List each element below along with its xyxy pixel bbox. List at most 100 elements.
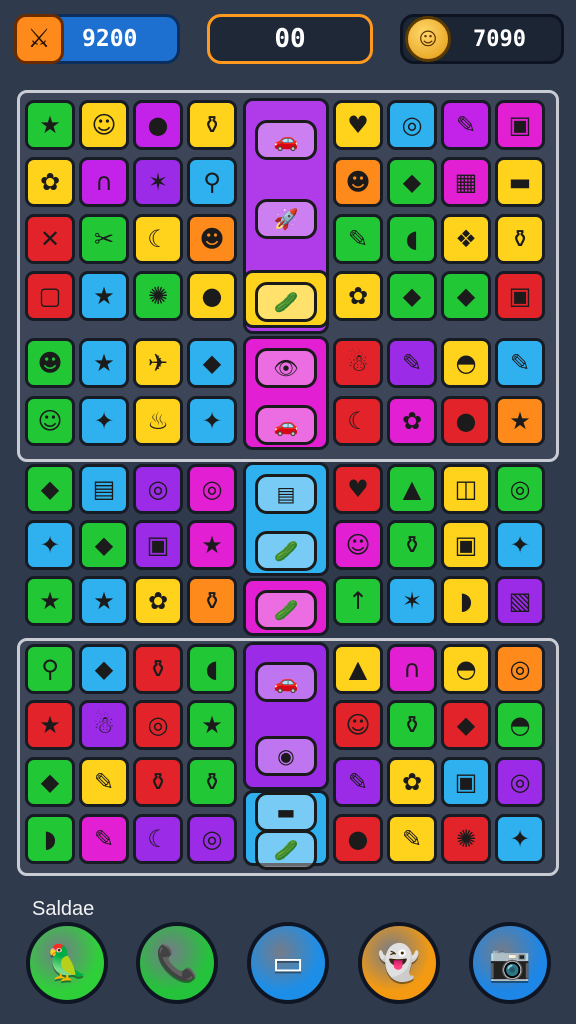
game-tile[interactable]: ●	[333, 814, 383, 864]
game-tile[interactable]: ☃	[333, 338, 383, 388]
game-tile[interactable]: ◎	[187, 814, 237, 864]
game-tile[interactable]: ◖	[387, 214, 437, 264]
game-tile[interactable]: ∩	[79, 157, 129, 207]
game-tile[interactable]: ✿	[133, 576, 183, 626]
game-tile[interactable]: ✎	[495, 338, 545, 388]
ghost-button[interactable]: 👻	[358, 922, 440, 1004]
game-tile[interactable]: ✎	[441, 100, 491, 150]
game-tile[interactable]: ⚱	[387, 700, 437, 750]
game-tile[interactable]: ◆	[441, 700, 491, 750]
game-tile[interactable]: ⚱	[187, 757, 237, 807]
game-tile[interactable]: ★	[79, 271, 129, 321]
game-tile[interactable]: ✦	[79, 396, 129, 446]
game-tile[interactable]: ★	[79, 338, 129, 388]
game-tile[interactable]: ★	[187, 520, 237, 570]
game-tile[interactable]: ▲	[387, 464, 437, 514]
long-game-piece[interactable]: 🥒	[243, 578, 329, 636]
game-tile[interactable]: ✦	[495, 814, 545, 864]
game-tile[interactable]: ◎	[133, 464, 183, 514]
game-tile[interactable]: ▦	[441, 157, 491, 207]
game-tile[interactable]: ⚲	[187, 157, 237, 207]
game-tile[interactable]: ✎	[333, 214, 383, 264]
game-tile[interactable]: ▣	[495, 100, 545, 150]
game-tile[interactable]: ▣	[495, 271, 545, 321]
game-tile[interactable]: ◆	[79, 644, 129, 694]
game-tile[interactable]: ☾	[333, 396, 383, 446]
game-tile[interactable]: ☾	[133, 214, 183, 264]
game-tile[interactable]: ⚱	[387, 520, 437, 570]
game-tile[interactable]: ✿	[387, 396, 437, 446]
game-tile[interactable]: ⚱	[187, 100, 237, 150]
game-tile[interactable]: ▬	[495, 157, 545, 207]
game-tile[interactable]: ◆	[25, 757, 75, 807]
game-tile[interactable]: ♥	[333, 100, 383, 150]
game-tile[interactable]: ◎	[495, 757, 545, 807]
game-tile[interactable]: ◓	[441, 644, 491, 694]
game-tile[interactable]: ⚲	[25, 644, 75, 694]
game-tile[interactable]: ☺	[25, 396, 75, 446]
sword-icon[interactable]: ⚔	[14, 14, 64, 64]
game-tile[interactable]: ☻	[25, 338, 75, 388]
game-tile[interactable]: ✈	[133, 338, 183, 388]
game-tile[interactable]: ★	[25, 700, 75, 750]
game-tile[interactable]: ☺	[79, 100, 129, 150]
game-tile[interactable]: ✦	[187, 396, 237, 446]
game-tile[interactable]: ☺	[333, 700, 383, 750]
game-tile[interactable]: ✕	[25, 214, 75, 264]
game-tile[interactable]: ♥	[333, 464, 383, 514]
game-tile[interactable]: ✺	[133, 271, 183, 321]
game-tile[interactable]: ★	[25, 100, 75, 150]
game-tile[interactable]: ✿	[333, 271, 383, 321]
game-tile[interactable]: ✎	[79, 757, 129, 807]
game-tile[interactable]: ▢	[25, 271, 75, 321]
game-tile[interactable]: ◎	[495, 644, 545, 694]
game-tile[interactable]: ✎	[79, 814, 129, 864]
camera-button[interactable]: 📷	[469, 922, 551, 1004]
game-tile[interactable]: ◆	[187, 338, 237, 388]
game-tile[interactable]: ✿	[387, 757, 437, 807]
game-tile[interactable]: ☻	[187, 214, 237, 264]
game-tile[interactable]: ◎	[495, 464, 545, 514]
box-button[interactable]: ▭	[247, 922, 329, 1004]
game-tile[interactable]: ◆	[25, 464, 75, 514]
game-tile[interactable]: ☻	[333, 157, 383, 207]
game-tile[interactable]: ✎	[333, 757, 383, 807]
game-tile[interactable]: ✂	[79, 214, 129, 264]
game-tile[interactable]: ◆	[387, 271, 437, 321]
game-tile[interactable]: ◎	[387, 100, 437, 150]
game-tile[interactable]: ✎	[387, 338, 437, 388]
game-tile[interactable]: ●	[441, 396, 491, 446]
game-tile[interactable]: ✦	[25, 520, 75, 570]
game-tile[interactable]: ◫	[441, 464, 491, 514]
game-tile[interactable]: ✎	[387, 814, 437, 864]
game-tile[interactable]: ☺	[333, 520, 383, 570]
game-tile[interactable]: ★	[25, 576, 75, 626]
long-game-piece[interactable]: 🥒	[243, 270, 329, 328]
game-tile[interactable]: ◓	[441, 338, 491, 388]
game-tile[interactable]: ▲	[333, 644, 383, 694]
game-tile[interactable]: ◆	[441, 271, 491, 321]
game-tile[interactable]: ✺	[441, 814, 491, 864]
game-tile[interactable]: ◓	[495, 700, 545, 750]
game-tile[interactable]: ✦	[495, 520, 545, 570]
game-tile[interactable]: ⚱	[133, 757, 183, 807]
game-tile[interactable]: ❖	[441, 214, 491, 264]
game-tile[interactable]: ✶	[133, 157, 183, 207]
game-tile[interactable]: ☾	[133, 814, 183, 864]
game-tile[interactable]: ▣	[133, 520, 183, 570]
game-tile[interactable]: ✿	[25, 157, 75, 207]
game-tile[interactable]: ▧	[495, 576, 545, 626]
game-tile[interactable]: ◆	[79, 520, 129, 570]
long-game-piece[interactable]: ▬ 🥒	[243, 790, 329, 870]
green-bird-button[interactable]: 🦜	[26, 922, 108, 1004]
game-tile[interactable]: ⚱	[187, 576, 237, 626]
game-tile[interactable]: ★	[495, 396, 545, 446]
game-tile[interactable]: ●	[187, 271, 237, 321]
long-game-piece[interactable]: ▤ 🥒	[243, 462, 329, 576]
long-game-piece[interactable]: 👁 🚗	[243, 336, 329, 450]
game-tile[interactable]: ★	[187, 700, 237, 750]
game-tile[interactable]: ✶	[387, 576, 437, 626]
game-tile[interactable]: ◖	[187, 644, 237, 694]
phone-button[interactable]: 📞	[136, 922, 218, 1004]
game-tile[interactable]: ⚱	[133, 644, 183, 694]
